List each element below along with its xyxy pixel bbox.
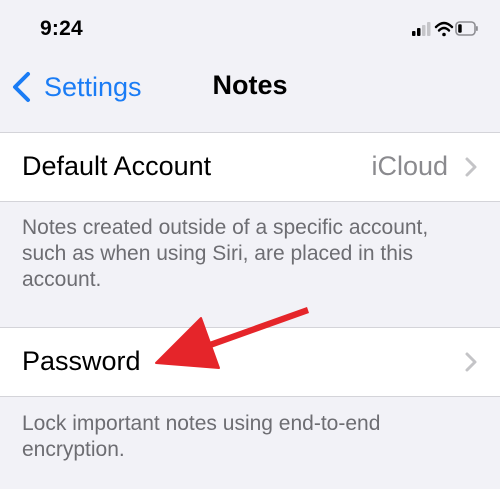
- status-bar: 9:24: [0, 0, 500, 60]
- divider: [0, 201, 500, 202]
- battery-icon: [455, 21, 478, 36]
- status-time: 9:24: [40, 17, 83, 40]
- chevron-right-icon: [465, 352, 477, 372]
- default-account-row[interactable]: Default Account iCloud: [0, 133, 500, 201]
- password-label: Password: [22, 346, 141, 376]
- wifi-icon: [434, 21, 454, 37]
- status-icons: [412, 21, 478, 37]
- password-row[interactable]: Password: [0, 328, 500, 396]
- page-title: Notes: [212, 70, 288, 100]
- default-account-footer: Notes created outside of a specific acco…: [22, 216, 429, 291]
- default-account-label: Default Account: [22, 151, 212, 181]
- divider: [0, 396, 500, 397]
- password-footer: Lock important notes using end-to-end en…: [22, 412, 381, 461]
- cellular-signal-icon: [412, 22, 431, 36]
- default-account-value: iCloud: [371, 151, 448, 181]
- navigation-bar: Settings Notes: [0, 60, 500, 116]
- chevron-right-icon: [465, 157, 477, 177]
